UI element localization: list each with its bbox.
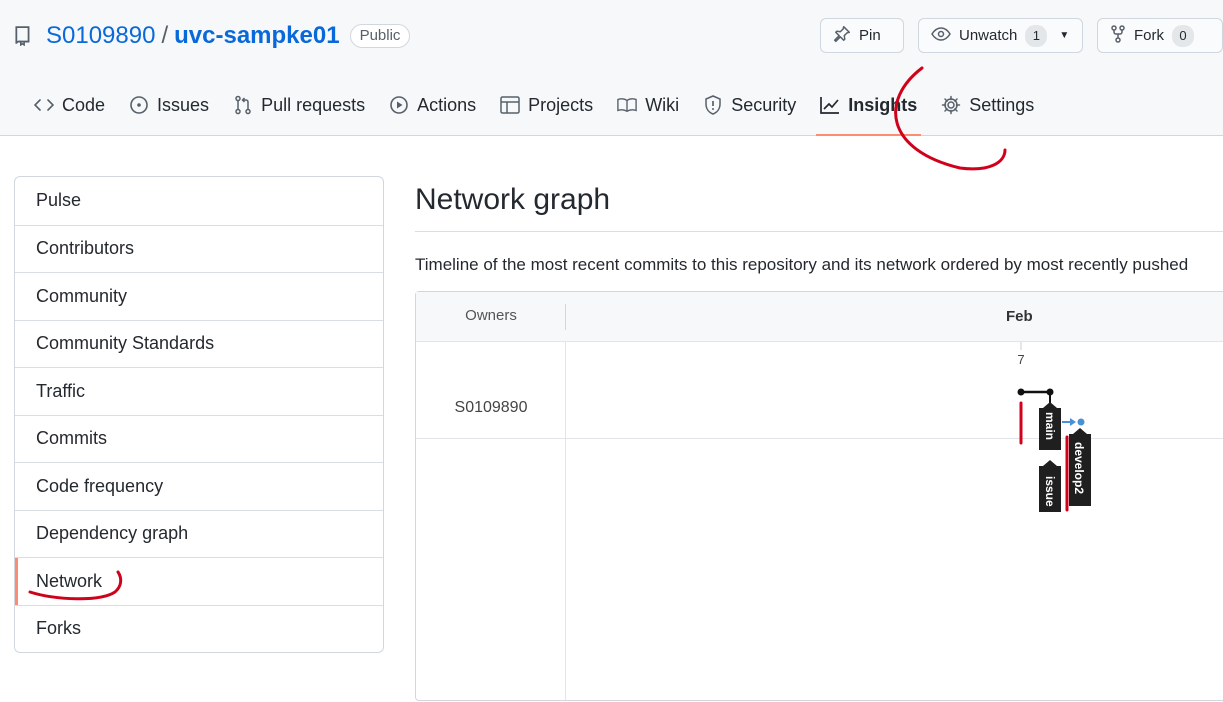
svg-text:main: main bbox=[1043, 412, 1057, 440]
commit-dot[interactable] bbox=[1077, 418, 1085, 426]
pin-button[interactable]: Pin bbox=[820, 18, 904, 53]
table-icon bbox=[500, 95, 520, 115]
sidebar-item-community-standards[interactable]: Community Standards bbox=[15, 319, 383, 368]
graph-icon bbox=[820, 95, 840, 115]
sidebar-item-code-frequency[interactable]: Code frequency bbox=[15, 462, 383, 510]
repo-owner-link[interactable]: S0109890 bbox=[46, 22, 155, 50]
tab-insights[interactable]: Insights bbox=[816, 80, 937, 136]
book-icon bbox=[617, 95, 637, 115]
tab-wiki[interactable]: Wiki bbox=[613, 80, 699, 130]
tab-code[interactable]: Code bbox=[30, 80, 125, 130]
tab-projects[interactable]: Projects bbox=[496, 80, 613, 130]
main-content: Network graph Timeline of the most recen… bbox=[415, 176, 1223, 275]
svg-text:develop2: develop2 bbox=[1072, 442, 1086, 494]
repo-title: S0109890 / uvc-sampke01 Public bbox=[14, 18, 411, 54]
pull-request-icon bbox=[233, 95, 253, 115]
day-label: 7 bbox=[1017, 352, 1024, 367]
sidebar-item-commits[interactable]: Commits bbox=[15, 414, 383, 463]
tab-label: Pull requests bbox=[261, 94, 366, 115]
graph-canvas: 7 main develop2 issue bbox=[1017, 342, 1091, 512]
tab-label: Actions bbox=[417, 94, 477, 115]
tab-issues[interactable]: Issues bbox=[125, 80, 229, 130]
visibility-badge: Public bbox=[349, 24, 411, 48]
fork-label: Fork bbox=[1134, 27, 1164, 44]
sidebar-item-traffic[interactable]: Traffic bbox=[15, 367, 383, 415]
repo-path-separator: / bbox=[161, 22, 169, 49]
repo-name-link[interactable]: uvc-sampke01 bbox=[174, 22, 339, 50]
watchers-count: 1 bbox=[1025, 24, 1048, 47]
tab-label: Settings bbox=[969, 94, 1035, 115]
gear-icon bbox=[941, 95, 961, 115]
play-icon bbox=[389, 95, 409, 115]
tab-actions[interactable]: Actions bbox=[385, 80, 496, 130]
sidebar-item-contributors[interactable]: Contributors bbox=[15, 224, 383, 273]
tab-label: Projects bbox=[528, 94, 594, 115]
tab-pull-requests[interactable]: Pull requests bbox=[229, 80, 385, 130]
tab-label: Security bbox=[731, 94, 797, 115]
sidebar-item-pulse[interactable]: Pulse bbox=[15, 177, 383, 225]
tab-label: Insights bbox=[848, 94, 918, 115]
commit-dot[interactable] bbox=[1017, 388, 1025, 396]
branch-label-issue[interactable]: issue bbox=[1039, 460, 1061, 512]
unwatch-label: Unwatch bbox=[959, 27, 1018, 44]
repo-nav: Code Issues Pull requests Actions Projec… bbox=[30, 80, 1054, 136]
repo-icon bbox=[14, 25, 36, 47]
branch-label-main[interactable]: main bbox=[1039, 402, 1061, 450]
fork-count: 0 bbox=[1172, 24, 1194, 47]
page-description: Timeline of the most recent commits to t… bbox=[415, 255, 1189, 274]
tab-label: Issues bbox=[157, 94, 210, 115]
issue-icon bbox=[129, 95, 149, 115]
tab-security[interactable]: Security bbox=[699, 80, 816, 130]
tab-label: Code bbox=[62, 94, 106, 115]
repo-actions: Pin Unwatch 1 ▼ Fork 0 bbox=[820, 18, 1223, 53]
unwatch-button[interactable]: Unwatch 1 ▼ bbox=[918, 18, 1083, 53]
sidebar-item-dependency-graph[interactable]: Dependency graph bbox=[15, 509, 383, 558]
insights-sidebar: Pulse Contributors Community Community S… bbox=[14, 176, 384, 653]
tab-settings[interactable]: Settings bbox=[937, 80, 1054, 130]
branch-label-develop2[interactable]: develop2 bbox=[1069, 428, 1091, 506]
sidebar-item-forks[interactable]: Forks bbox=[15, 604, 383, 653]
fork-icon bbox=[1110, 24, 1126, 47]
repo-header: S0109890 / uvc-sampke01 Public Pin Unwat… bbox=[0, 0, 1223, 136]
code-icon bbox=[34, 95, 54, 115]
sidebar-item-community[interactable]: Community bbox=[15, 272, 383, 320]
page-title: Network graph bbox=[415, 176, 1223, 232]
eye-icon bbox=[931, 26, 951, 46]
sidebar-item-network[interactable]: Network bbox=[15, 557, 383, 605]
network-graph[interactable]: Owners Feb S0109890 7 main develop2 issu… bbox=[415, 291, 1223, 701]
arrow-icon bbox=[1070, 418, 1076, 426]
svg-text:issue: issue bbox=[1043, 476, 1057, 507]
fork-button[interactable]: Fork 0 bbox=[1097, 18, 1223, 53]
shield-icon bbox=[703, 95, 723, 115]
tab-label: Wiki bbox=[645, 94, 680, 115]
pin-icon bbox=[833, 25, 851, 47]
pin-label: Pin bbox=[859, 27, 881, 44]
chevron-down-icon[interactable]: ▼ bbox=[1059, 30, 1069, 41]
